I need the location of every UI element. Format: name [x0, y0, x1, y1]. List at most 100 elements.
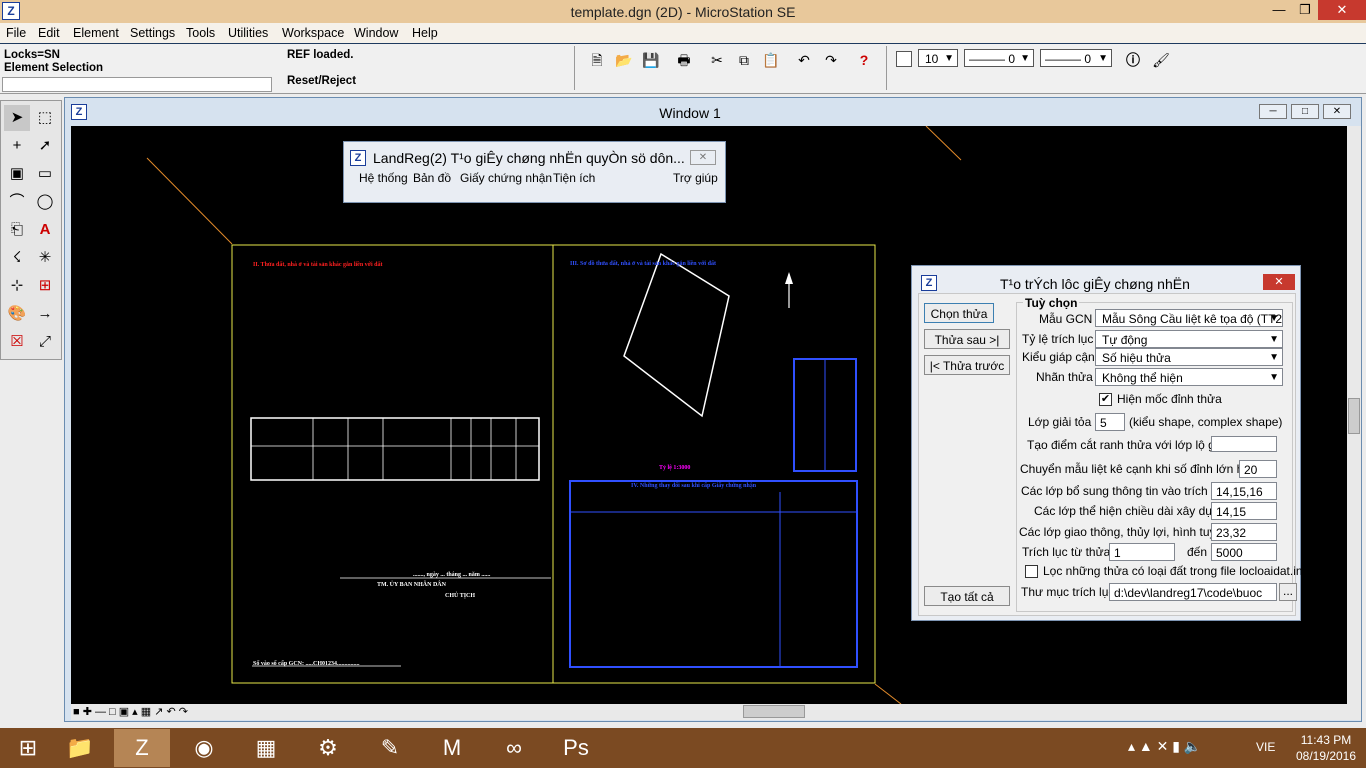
close-button[interactable]: ✕: [1318, 0, 1366, 20]
undo-icon[interactable]: ↶: [793, 49, 815, 71]
horizontal-scroll-thumb[interactable]: [743, 705, 805, 718]
place-line-icon[interactable]: ➚: [32, 133, 58, 159]
scale-select[interactable]: Tự động: [1095, 330, 1283, 348]
key-in-field[interactable]: [2, 77, 272, 92]
landreg-menu-map[interactable]: Bản đồ: [413, 171, 451, 185]
landreg-menu-system[interactable]: Hệ thống: [359, 171, 408, 185]
cut-point-input[interactable]: [1211, 436, 1277, 452]
tray-icons[interactable]: ▴ ▲ ✕ ▮ 🔈: [1128, 738, 1201, 755]
place-arc-icon[interactable]: ⌒: [4, 189, 30, 215]
line-style-select[interactable]: ——— 0: [964, 49, 1034, 67]
select-parcel-button[interactable]: Chọn thửa: [924, 303, 994, 323]
group-icon[interactable]: →: [32, 301, 58, 327]
window1-close-button[interactable]: ✕: [1323, 104, 1351, 119]
extract-logo-icon: Z: [921, 275, 937, 291]
landreg-menu-certificate[interactable]: Giấy chứng nhận: [460, 171, 552, 185]
clock-date[interactable]: 08/19/2016: [1290, 749, 1362, 763]
place-text-icon[interactable]: A: [32, 217, 58, 243]
cut-icon[interactable]: ✂: [706, 49, 728, 71]
measure-icon[interactable]: ☇: [4, 245, 30, 271]
chrome-icon[interactable]: ◉: [176, 729, 232, 767]
landreg-menu-help[interactable]: Trợ giúp: [673, 171, 718, 185]
parcel-label-select[interactable]: Không thể hiện: [1095, 368, 1283, 386]
microstation-task-icon[interactable]: Z: [114, 729, 170, 767]
solve-level-input[interactable]: 5: [1095, 413, 1125, 431]
browse-folder-button[interactable]: ...: [1279, 583, 1297, 601]
vertical-scrollbar[interactable]: [1347, 126, 1361, 704]
manipulate-icon[interactable]: ⊞: [32, 273, 58, 299]
menu-settings[interactable]: Settings: [130, 26, 175, 40]
paint-brush-icon[interactable]: 🖌: [1150, 49, 1172, 71]
adjacent-select[interactable]: Số hiệu thửa: [1095, 348, 1283, 366]
to-parcel-input[interactable]: 5000: [1211, 543, 1277, 561]
switch-template-input[interactable]: 20: [1239, 460, 1277, 478]
sheet-right-heading: III. Sơ đồ thửa đất, nhà ở và tài sản kh…: [570, 261, 716, 267]
vertical-scroll-thumb[interactable]: [1348, 398, 1360, 434]
save-icon[interactable]: 💾: [640, 49, 662, 71]
clock-time[interactable]: 11:43 PM: [1290, 733, 1362, 747]
paste-icon[interactable]: 📋: [760, 49, 782, 71]
traffic-layers-input[interactable]: 23,32: [1211, 523, 1277, 541]
from-parcel-input[interactable]: 1: [1109, 543, 1175, 561]
menu-window[interactable]: Window: [354, 26, 398, 40]
start-button-icon[interactable]: ⊞: [0, 729, 56, 767]
place-point-icon[interactable]: +: [4, 133, 30, 159]
input-language[interactable]: VIE: [1256, 740, 1275, 754]
show-corner-checkbox[interactable]: ✔: [1099, 393, 1112, 406]
building-layers-input[interactable]: 14,15: [1211, 502, 1277, 520]
extract-close-button[interactable]: ✕: [1263, 274, 1295, 290]
template-select[interactable]: Mẫu Sông Cầu liệt kê tọa độ (TT2: [1095, 309, 1283, 327]
window1-minimize-button[interactable]: ─: [1259, 104, 1287, 119]
visual-studio-icon[interactable]: ∞: [486, 729, 542, 767]
menu-file[interactable]: File: [6, 26, 26, 40]
place-block-icon[interactable]: ▭: [32, 161, 58, 187]
new-file-icon[interactable]: 🗎: [586, 49, 608, 71]
place-shape-icon[interactable]: ▣: [4, 161, 30, 187]
menu-workspace[interactable]: Workspace: [282, 26, 344, 40]
menu-edit[interactable]: Edit: [38, 26, 60, 40]
photoshop-icon[interactable]: Ps: [548, 729, 604, 767]
file-explorer-icon[interactable]: 📁: [52, 729, 108, 767]
open-folder-icon[interactable]: 📂: [613, 49, 635, 71]
menu-utilities[interactable]: Utilities: [228, 26, 268, 40]
menu-element[interactable]: Element: [73, 26, 119, 40]
filter-checkbox[interactable]: [1025, 565, 1038, 578]
horizontal-scrollbar[interactable]: ■ ✚ — □ ▣ ▴ ▦ ↗ ↶ ↷: [71, 704, 1361, 720]
snap-icon[interactable]: ✳: [32, 245, 58, 271]
redo-icon[interactable]: ↷: [820, 49, 842, 71]
info-icon[interactable]: ⓘ: [1122, 49, 1144, 71]
app-titlebar: Z template.dgn (2D) - MicroStation SE — …: [0, 0, 1366, 23]
place-circle-icon[interactable]: ◯: [32, 189, 58, 215]
extra-layers-input[interactable]: 14,15,16: [1211, 482, 1277, 500]
modify-icon[interactable]: ⊹: [4, 273, 30, 299]
previous-parcel-button[interactable]: |< Thửa trước: [924, 355, 1010, 375]
green-app-icon[interactable]: ⚙: [300, 729, 356, 767]
help-icon[interactable]: ?: [853, 49, 875, 71]
cut-point-label: Tạo điểm cắt ranh thửa với lớp lộ giới: [1027, 438, 1229, 452]
color-swatch[interactable]: [896, 51, 912, 67]
change-attributes-icon[interactable]: 🎨: [4, 301, 30, 327]
editor-app-icon[interactable]: ✎: [362, 729, 418, 767]
view-controls[interactable]: ■ ✚ — □ ▣ ▴ ▦ ↗ ↶ ↷: [73, 705, 188, 718]
landreg-menu-utilities[interactable]: Tiện ích: [553, 171, 595, 185]
weight-select[interactable]: 10: [918, 49, 958, 67]
line-weight-select[interactable]: ——— 0: [1040, 49, 1112, 67]
scale-icon[interactable]: ⤢: [32, 329, 58, 355]
window1-restore-button[interactable]: □: [1291, 104, 1319, 119]
folder-input[interactable]: d:\dev\landreg17\code\buoc: [1109, 583, 1277, 601]
to-parcel-label: đến: [1187, 545, 1208, 559]
mathcad-app-icon[interactable]: M: [424, 729, 480, 767]
print-icon[interactable]: 🖶: [673, 49, 695, 71]
menu-tools[interactable]: Tools: [186, 26, 215, 40]
next-parcel-button[interactable]: Thửa sau >|: [924, 329, 1010, 349]
delete-icon[interactable]: ☒: [4, 329, 30, 355]
menu-help[interactable]: Help: [412, 26, 438, 40]
create-all-button[interactable]: Tạo tất cả: [924, 586, 1010, 606]
fence-icon[interactable]: ⬚: [32, 105, 58, 131]
place-cell-icon[interactable]: ⎗: [4, 217, 30, 243]
notebook-app-icon[interactable]: ▦: [238, 729, 294, 767]
restore-button[interactable]: ❐: [1288, 0, 1322, 20]
landreg-close-button[interactable]: ✕: [690, 150, 716, 165]
select-element-icon[interactable]: ➤: [4, 105, 30, 131]
copy-icon[interactable]: ⧉: [733, 49, 755, 71]
